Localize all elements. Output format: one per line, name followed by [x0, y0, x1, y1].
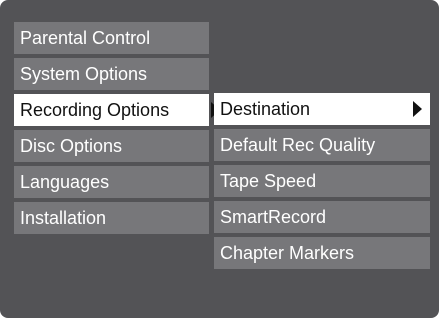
- submenu-arrow-icon: [413, 101, 422, 117]
- menu-item-label: System Options: [20, 64, 148, 84]
- submenu-item-default-rec-quality[interactable]: Default Rec Quality: [214, 129, 430, 161]
- submenu-item-label: Default Rec Quality: [220, 135, 376, 155]
- menu-item-parental-control[interactable]: Parental Control: [14, 22, 209, 54]
- submenu-item-label: Tape Speed: [220, 171, 317, 191]
- menu-item-label: Parental Control: [20, 28, 151, 48]
- menu-item-languages[interactable]: Languages: [14, 166, 209, 198]
- menu-item-installation[interactable]: Installation: [14, 202, 209, 234]
- recording-options-submenu: Destination Default Rec Quality Tape Spe…: [214, 93, 430, 273]
- submenu-item-smartrecord[interactable]: SmartRecord: [214, 201, 430, 233]
- submenu-item-label: Chapter Markers: [220, 243, 355, 263]
- submenu-item-destination[interactable]: Destination: [214, 93, 430, 125]
- submenu-item-label: SmartRecord: [220, 207, 327, 227]
- menu-item-label: Languages: [20, 172, 110, 192]
- menu-item-disc-options[interactable]: Disc Options: [14, 130, 209, 162]
- submenu-item-label: Destination: [220, 99, 311, 119]
- setup-menu-screen: Parental Control System Options Recordin…: [0, 0, 439, 318]
- menu-item-label: Installation: [20, 208, 107, 228]
- menu-item-system-options[interactable]: System Options: [14, 58, 209, 90]
- menu-item-recording-options[interactable]: Recording Options: [14, 94, 220, 126]
- main-menu: Parental Control System Options Recordin…: [14, 22, 220, 238]
- submenu-item-tape-speed[interactable]: Tape Speed: [214, 165, 430, 197]
- submenu-item-chapter-markers[interactable]: Chapter Markers: [214, 237, 430, 269]
- menu-item-label: Disc Options: [20, 136, 123, 156]
- menu-item-label: Recording Options: [20, 100, 170, 120]
